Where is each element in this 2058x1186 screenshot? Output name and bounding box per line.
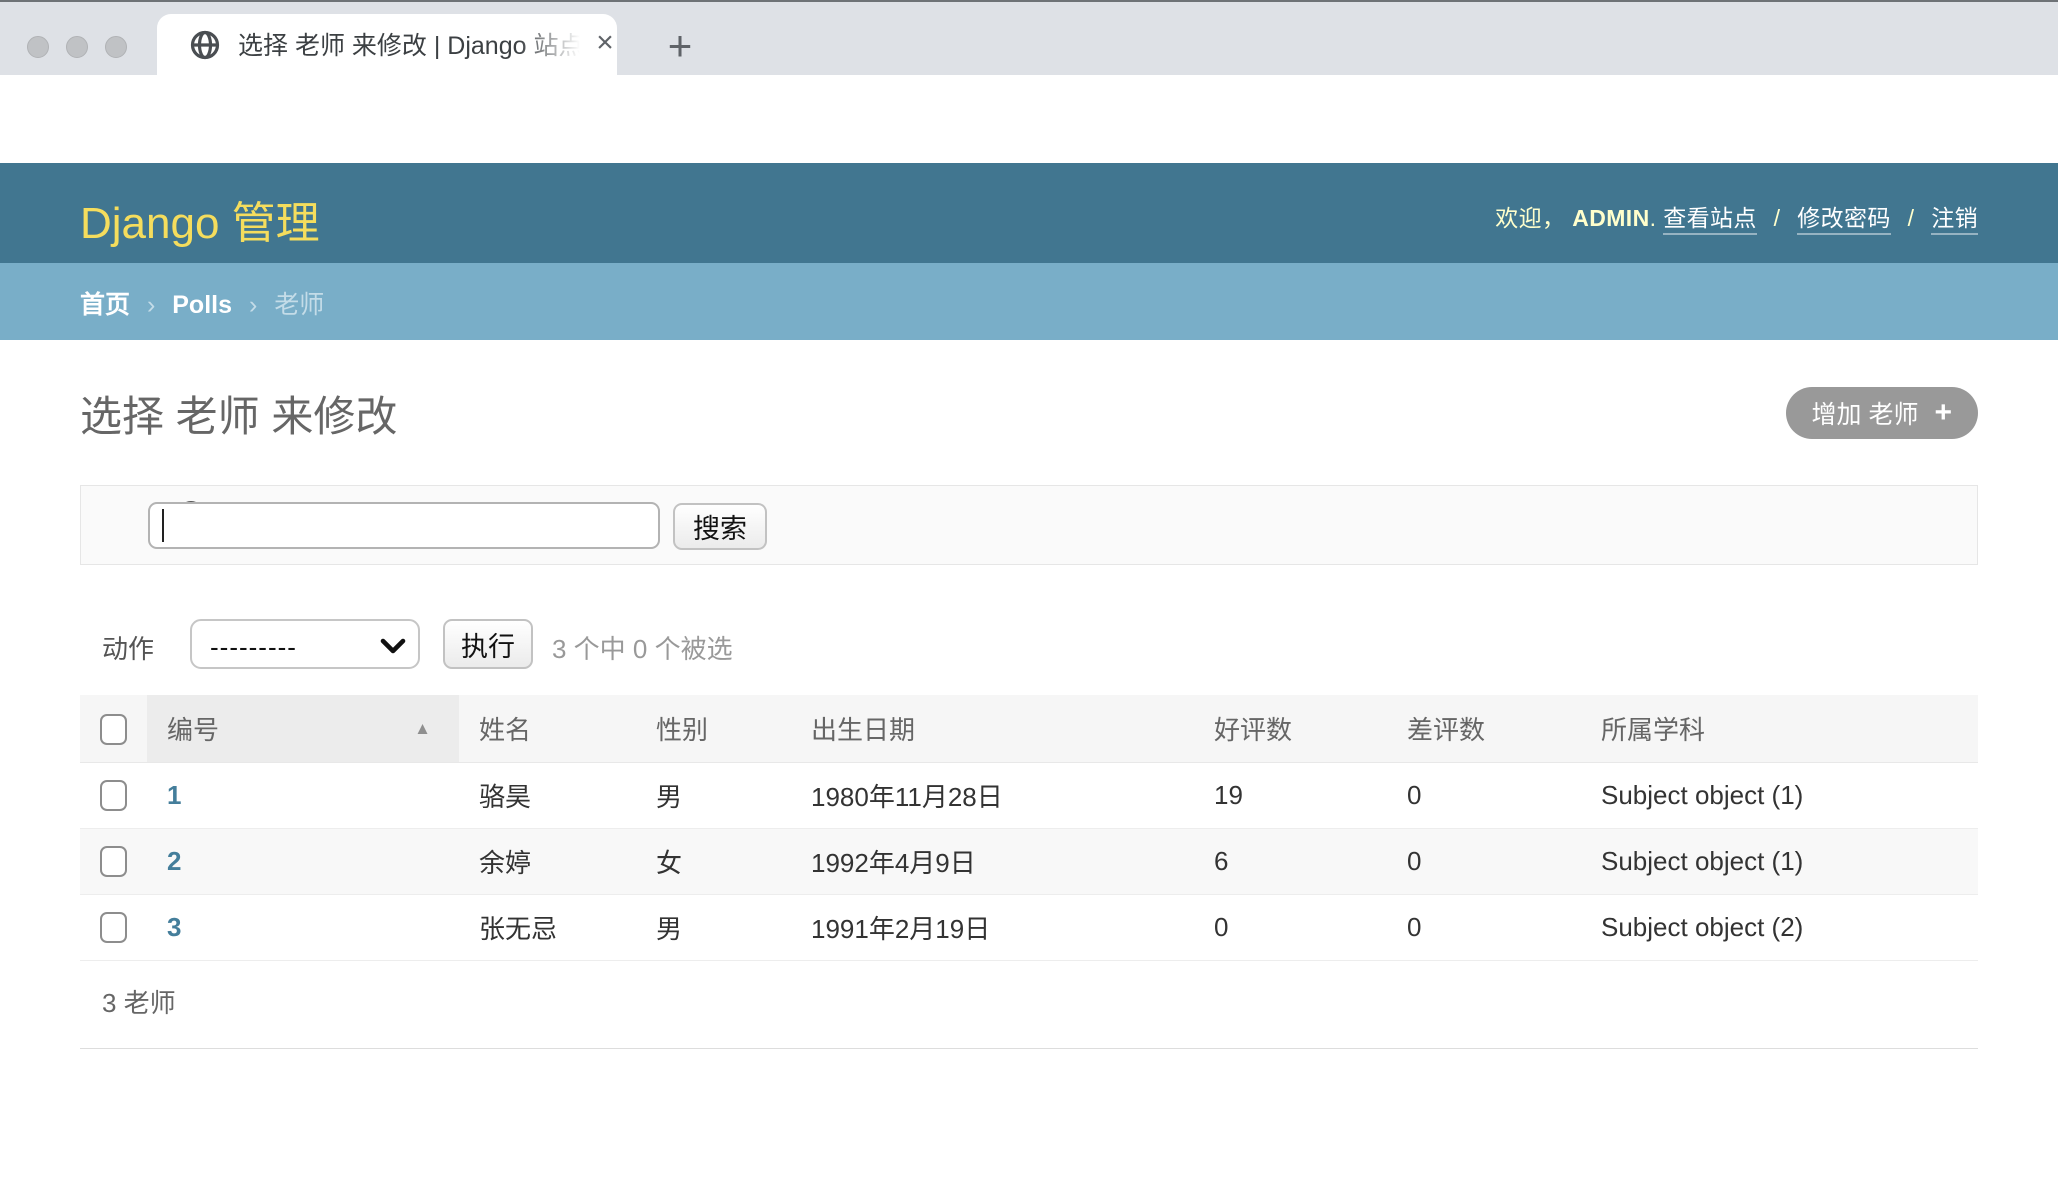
row-checkbox[interactable] [100, 912, 127, 943]
tab-close-icon[interactable]: × [589, 28, 621, 60]
cell-subject: Subject object (1) [1581, 828, 1978, 894]
search-input[interactable] [148, 502, 660, 549]
active-tab[interactable]: 选择 老师 来修改 | Django 站点管 × [157, 14, 617, 75]
table-row: 3 张无忌 男 1991年2月19日 0 0 Subject object (2… [80, 894, 1978, 960]
cell-bad-count: 0 [1387, 828, 1581, 894]
tab-title: 选择 老师 来修改 | Django 站点管 [238, 31, 580, 61]
breadcrumb-separator: › [249, 291, 257, 319]
cell-good-count: 0 [1194, 894, 1387, 960]
cell-gender: 男 [636, 762, 791, 828]
column-header-gender: 性别 [636, 695, 791, 762]
select-all-checkbox[interactable] [100, 714, 127, 745]
row-id-link[interactable]: 3 [167, 912, 181, 942]
plus-icon: + [1934, 398, 1952, 428]
result-count: 3 老师 [80, 961, 1978, 1049]
cell-gender: 男 [636, 894, 791, 960]
cell-name: 张无忌 [459, 894, 636, 960]
breadcrumb-current: 老师 [274, 291, 324, 319]
go-button[interactable]: 执行 [443, 619, 533, 669]
cell-subject: Subject object (2) [1581, 894, 1978, 960]
user-tools: 欢迎， ADMIN. 查看站点 / 修改密码 / 注销 [1495, 199, 1978, 233]
actions-label: 动作 [102, 629, 154, 666]
text-caret [162, 509, 164, 542]
cell-name: 骆昊 [459, 762, 636, 828]
breadcrumb: 首页 › Polls › 老师 [0, 263, 2058, 340]
action-select[interactable]: --------- [190, 619, 420, 669]
table-header-row: 编号 ▲ 姓名 性别 出生日期 好评数 差评数 所属学科 [80, 695, 1978, 762]
breadcrumb-separator: › [147, 291, 155, 319]
window-top-edge [0, 0, 2058, 2]
cell-bad-count: 0 [1387, 762, 1581, 828]
tab-strip: 选择 老师 来修改 | Django 站点管 × + [0, 0, 2058, 75]
column-header-good-count: 好评数 [1194, 695, 1387, 762]
row-checkbox[interactable] [100, 780, 127, 811]
cell-birthdate: 1992年4月9日 [791, 828, 1194, 894]
breadcrumb-home-link[interactable]: 首页 [80, 291, 130, 319]
changelist-content: 选择 老师 来修改 增加 老师 + 搜索 动作 --------- 执行 3 个… [80, 340, 1978, 1049]
column-header-id[interactable]: 编号 ▲ [147, 695, 459, 762]
django-admin-header: Django 管理 欢迎， ADMIN. 查看站点 / 修改密码 / 注销 [0, 163, 2058, 263]
new-tab-button[interactable]: + [658, 26, 702, 70]
search-bar: 搜索 [80, 485, 1978, 565]
globe-favicon-icon [190, 30, 220, 60]
cell-birthdate: 1991年2月19日 [791, 894, 1194, 960]
cell-subject: Subject object (1) [1581, 762, 1978, 828]
username: ADMIN [1572, 205, 1649, 231]
sort-ascending-icon[interactable]: ▲ [414, 719, 431, 739]
selection-counter: 3 个中 0 个被选 [552, 629, 733, 666]
row-id-link[interactable]: 1 [167, 780, 181, 810]
column-header-subject: 所属学科 [1581, 695, 1978, 762]
traffic-light-minimize[interactable] [66, 36, 88, 58]
results-table: 编号 ▲ 姓名 性别 出生日期 好评数 差评数 所属学科 1 骆昊 男 [80, 695, 1978, 961]
cell-name: 余婷 [459, 828, 636, 894]
view-site-link[interactable]: 查看站点 [1663, 205, 1757, 235]
search-button[interactable]: 搜索 [673, 503, 767, 550]
chevron-down-icon [380, 638, 406, 655]
change-password-link[interactable]: 修改密码 [1797, 205, 1891, 235]
cell-bad-count: 0 [1387, 894, 1581, 960]
row-checkbox[interactable] [100, 846, 127, 877]
traffic-light-close[interactable] [27, 36, 49, 58]
page-title: 选择 老师 来修改 [80, 383, 397, 444]
cell-good-count: 19 [1194, 762, 1387, 828]
add-teacher-button[interactable]: 增加 老师 + [1786, 387, 1978, 439]
cell-birthdate: 1980年11月28日 [791, 762, 1194, 828]
cell-good-count: 6 [1194, 828, 1387, 894]
welcome-text: 欢迎， [1495, 205, 1565, 231]
logout-link[interactable]: 注销 [1931, 205, 1978, 235]
column-header-birthdate: 出生日期 [791, 695, 1194, 762]
table-row: 1 骆昊 男 1980年11月28日 19 0 Subject object (… [80, 762, 1978, 828]
row-id-link[interactable]: 2 [167, 846, 181, 876]
cell-gender: 女 [636, 828, 791, 894]
traffic-light-zoom[interactable] [105, 36, 127, 58]
table-row: 2 余婷 女 1992年4月9日 6 0 Subject object (1) [80, 828, 1978, 894]
actions-row: 动作 --------- 执行 3 个中 0 个被选 [80, 619, 1978, 669]
browser-toolbar: 127.0.0.1:8000/admin/polls/teacher/ Se {… [0, 75, 2058, 164]
column-header-name: 姓名 [459, 695, 636, 762]
breadcrumb-app-link[interactable]: Polls [172, 291, 232, 319]
site-brand[interactable]: Django 管理 [80, 187, 320, 251]
browser-window: 选择 老师 来修改 | Django 站点管 × + 127.0.0.1:800… [0, 0, 2058, 1186]
column-header-bad-count: 差评数 [1387, 695, 1581, 762]
